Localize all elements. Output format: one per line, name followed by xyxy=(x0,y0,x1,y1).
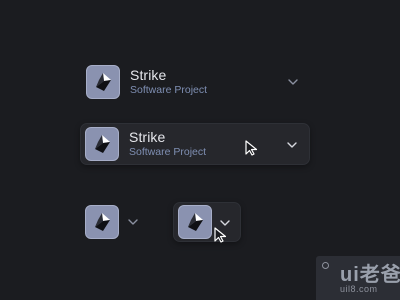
project-type: Software Project xyxy=(130,84,208,96)
watermark-domain: uil8.com xyxy=(340,284,378,294)
project-name: Strike xyxy=(129,129,166,145)
chevron-down-icon[interactable] xyxy=(286,75,300,89)
project-logo-icon xyxy=(86,65,120,99)
project-switcher-expanded[interactable]: Strike Software Project xyxy=(80,60,310,104)
project-info: Strike Software Project xyxy=(129,129,206,159)
project-type: Software Project xyxy=(129,146,207,158)
project-logo-icon xyxy=(85,127,119,161)
project-logo-icon xyxy=(178,205,212,239)
project-name: Strike xyxy=(130,67,167,83)
chevron-down-icon[interactable] xyxy=(285,138,299,152)
project-switcher-collapsed-hover[interactable] xyxy=(173,202,241,242)
watermark: ui老爸 uil8.com xyxy=(316,256,400,300)
project-switcher-collapsed[interactable] xyxy=(80,202,150,242)
watermark-brand: ui老爸 xyxy=(340,264,400,286)
watermark-dot-icon xyxy=(322,262,329,269)
chevron-down-icon[interactable] xyxy=(126,215,140,229)
project-logo-icon xyxy=(85,205,119,239)
project-info: Strike Software Project xyxy=(130,67,207,97)
chevron-down-icon[interactable] xyxy=(218,216,232,230)
project-switcher-expanded-hover[interactable]: Strike Software Project xyxy=(80,123,310,165)
stage: Strike Software Project Strike Software … xyxy=(0,0,400,300)
